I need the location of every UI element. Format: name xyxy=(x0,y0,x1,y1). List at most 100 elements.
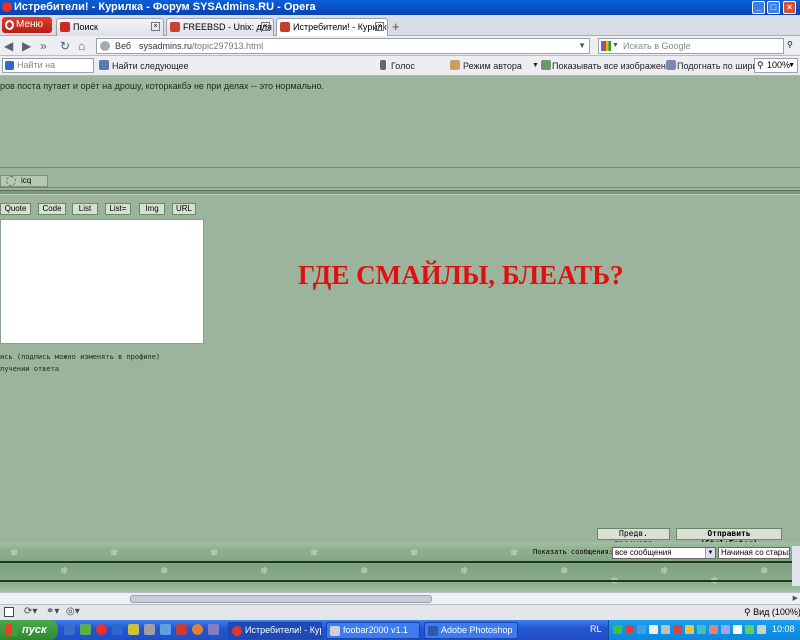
images-icon xyxy=(541,60,551,70)
unite-icon[interactable]: ⚭▾ xyxy=(46,606,59,617)
microphone-icon xyxy=(380,60,386,70)
quicklaunch-icon[interactable] xyxy=(80,624,91,635)
globe-icon xyxy=(100,41,110,51)
notify-option-label[interactable]: лучении ответа xyxy=(0,365,59,373)
task-foobar[interactable]: foobar2000 v1.1 xyxy=(326,622,420,639)
message-textarea[interactable] xyxy=(0,219,204,344)
search-magnifier-icon[interactable]: ⚲ xyxy=(787,40,793,49)
list-numbered-button[interactable]: List= xyxy=(105,203,131,215)
tray-icon[interactable] xyxy=(721,625,730,634)
opera-menu-button[interactable]: Меню xyxy=(2,17,52,33)
url-button[interactable]: URL xyxy=(172,203,196,215)
tray-icon[interactable] xyxy=(733,625,742,634)
chevron-down-icon[interactable]: ▼ xyxy=(532,62,539,69)
volume-icon[interactable] xyxy=(757,625,766,634)
quicklaunch-icon[interactable] xyxy=(112,624,123,635)
address-toolbar: ◀ ▶ » ↻ ⌂ Веб sysadmins.ru/topic297913.h… xyxy=(0,36,800,56)
sync-icon[interactable]: ⟳▾ xyxy=(24,606,37,617)
forward-arrow-icon[interactable]: ▶ xyxy=(22,39,31,53)
tab-istrebiteli[interactable]: Истребители! - Курилк… × xyxy=(276,18,388,36)
img-button[interactable]: Img xyxy=(139,203,165,215)
quicklaunch-icon[interactable] xyxy=(160,624,171,635)
tray-icon[interactable] xyxy=(745,625,754,634)
tab-close-icon[interactable]: × xyxy=(261,22,270,31)
tab-bar: Меню Поиск × FREEBSD - Unix: для нов… × … xyxy=(0,15,800,36)
tray-icon[interactable] xyxy=(697,625,706,634)
panel-toggle-icon[interactable] xyxy=(4,607,14,617)
find-toolbar: Найти на странице Найти следующее Голос … xyxy=(0,56,800,83)
url-path: /topic297913.html xyxy=(192,41,264,51)
chevron-down-icon[interactable]: ▼ xyxy=(578,39,586,53)
windows-flag-icon xyxy=(6,624,18,636)
task-opera[interactable]: Истребители! - Кур... xyxy=(228,622,322,639)
google-search-input[interactable]: ▼ Искать в Google xyxy=(598,38,784,54)
tray-icon[interactable] xyxy=(625,625,634,634)
icq-button[interactable]: icq xyxy=(0,175,48,187)
clock: 10:08 xyxy=(772,624,795,634)
address-field[interactable]: Веб sysadmins.ru/topic297913.html ▼ xyxy=(96,38,590,54)
magnifier-icon: ⚲ xyxy=(744,607,751,617)
new-tab-plus-icon[interactable]: + xyxy=(392,19,400,34)
home-icon[interactable]: ⌂ xyxy=(78,39,85,53)
show-images-button[interactable]: Показывать все изображения xyxy=(552,61,676,71)
close-icon[interactable]: × xyxy=(783,1,796,14)
chevron-down-icon[interactable]: ▼ xyxy=(612,39,619,53)
scroll-right-icon[interactable]: ▶ xyxy=(793,594,798,602)
minimize-icon[interactable]: _ xyxy=(752,1,765,14)
turbo-icon[interactable]: ◎▾ xyxy=(66,606,80,617)
tab-close-icon[interactable]: × xyxy=(151,22,160,31)
horizontal-scrollbar[interactable]: ▶ xyxy=(0,592,800,604)
opera-icon xyxy=(2,2,12,12)
send-button[interactable]: Отправить (Ctrl+Enter) xyxy=(676,528,782,548)
back-arrow-icon[interactable]: ◀ xyxy=(4,39,13,53)
find-next-button[interactable]: Найти следующее xyxy=(112,61,189,71)
maximize-icon[interactable]: □ xyxy=(767,1,780,14)
voice-button[interactable]: Голос xyxy=(391,61,415,71)
list-button[interactable]: List xyxy=(72,203,98,215)
tray-icon[interactable] xyxy=(661,625,670,634)
tab-search[interactable]: Поиск × xyxy=(56,18,164,36)
tray-icon[interactable] xyxy=(613,625,622,634)
snowflake-icon: ❄ xyxy=(660,566,669,577)
language-indicator[interactable]: RL xyxy=(590,624,602,634)
zoom-status[interactable]: ⚲ Вид (100%) xyxy=(744,607,800,618)
quote-button[interactable]: Quote xyxy=(0,203,31,215)
tray-icon[interactable] xyxy=(637,625,646,634)
author-mode-button[interactable]: Режим автора xyxy=(463,61,522,71)
tab-freebsd[interactable]: FREEBSD - Unix: для нов… × xyxy=(166,18,274,36)
window-title-bar[interactable]: Истребители! - Курилка - Форум SYSAdmins… xyxy=(0,0,800,15)
messages-filter-select[interactable]: все сообщения ▼ xyxy=(612,547,716,559)
icq-flower-icon xyxy=(6,176,16,186)
signature-option-label[interactable]: ись (подпись можно изменять в профиле) xyxy=(0,353,160,361)
reload-icon[interactable]: ↻ xyxy=(60,39,70,53)
forum-favicon-icon xyxy=(280,22,290,32)
firefox-icon[interactable] xyxy=(192,624,203,635)
show-messages-label: Показать сообщения: xyxy=(533,548,614,556)
fit-width-icon xyxy=(666,60,676,70)
snowflake-icon: ❄ xyxy=(110,548,119,559)
code-button[interactable]: Code xyxy=(38,203,66,215)
start-button[interactable]: пуск xyxy=(0,620,58,640)
preview-button[interactable]: Предв. просмотр xyxy=(597,528,670,548)
snowflake-icon: ❄ xyxy=(260,566,269,577)
tab-close-icon[interactable]: × xyxy=(375,22,384,31)
quicklaunch-icon[interactable] xyxy=(128,624,139,635)
fast-forward-icon[interactable]: » xyxy=(40,39,47,53)
opera-icon[interactable] xyxy=(96,624,107,635)
chevron-down-icon: ▼ xyxy=(705,548,715,558)
tray-icon[interactable] xyxy=(649,625,658,634)
find-on-page-input[interactable]: Найти на странице xyxy=(2,58,94,83)
quicklaunch-icon[interactable] xyxy=(176,624,187,635)
order-select[interactable]: Начиная со старых xyxy=(718,547,790,559)
vertical-scrollbar[interactable] xyxy=(792,546,800,586)
quicklaunch-icon[interactable] xyxy=(144,624,155,635)
tray-icon[interactable] xyxy=(685,625,694,634)
task-photoshop[interactable]: Adobe Photoshop xyxy=(424,622,518,639)
snowflake-icon: ❄ xyxy=(210,548,219,559)
scrollbar-thumb[interactable] xyxy=(130,595,432,603)
tray-icon[interactable] xyxy=(709,625,718,634)
quicklaunch-icon[interactable] xyxy=(208,624,219,635)
desktop-icon[interactable] xyxy=(64,624,75,635)
tray-icon[interactable] xyxy=(673,625,682,634)
zoom-select[interactable]: ⚲ 100% ▼ xyxy=(754,58,798,73)
